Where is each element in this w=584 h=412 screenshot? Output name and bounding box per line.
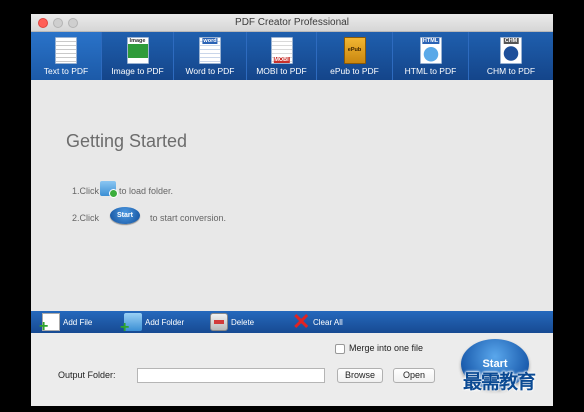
tab-chm-to-pdf[interactable]: CHM CHM to PDF	[469, 32, 553, 80]
add-file-button[interactable]: Add File	[39, 311, 93, 335]
merge-checkbox[interactable]	[335, 344, 345, 354]
tab-image-to-pdf[interactable]: Image Image to PDF	[102, 32, 174, 80]
conversion-ribbon: Text to PDF Image Image to PDF word Word…	[31, 32, 553, 80]
delete-button[interactable]: Delete	[210, 311, 254, 333]
add-folder-label: Add Folder	[145, 317, 185, 327]
title-bar: PDF Creator Professional	[31, 14, 553, 32]
epub-doc-icon: ePub	[343, 37, 366, 64]
clear-all-label: Clear All	[313, 317, 343, 327]
tab-label: Text to PDF	[43, 66, 89, 76]
add-folder-icon	[120, 313, 142, 336]
output-folder-label: Output Folder:	[58, 370, 116, 380]
tab-word-to-pdf[interactable]: word Word to PDF	[174, 32, 247, 80]
open-button[interactable]: Open	[393, 368, 435, 383]
word-doc-icon: word	[199, 37, 221, 64]
tab-html-to-pdf[interactable]: HTML HTML to PDF	[393, 32, 469, 80]
tab-label: Image to PDF	[111, 66, 164, 76]
step1-suffix-text: to load folder.	[119, 186, 174, 196]
watermark-logo: 最需教育	[463, 371, 536, 393]
file-action-bar: Add File Add Folder Delete ✕ Clear All	[31, 311, 553, 336]
page-title: Getting Started	[66, 131, 188, 151]
clear-all-button[interactable]: ✕ Clear All	[292, 311, 343, 333]
add-folder-button[interactable]: Add Folder	[120, 311, 185, 336]
step2-suffix-text: to start conversion.	[150, 213, 227, 223]
tab-label: Word to PDF	[185, 66, 235, 76]
getting-started-panel: Getting Started 1.Click to load folder. …	[31, 80, 553, 311]
image-doc-icon: Image	[126, 37, 149, 64]
app-window: PDF Creator Professional Text to PDF Ima…	[31, 14, 553, 406]
delete-icon	[210, 313, 228, 331]
tab-mobi-to-pdf[interactable]: MOBI MOBI to PDF	[247, 32, 317, 80]
add-folder-icon	[100, 181, 118, 198]
tab-label: ePub to PDF	[330, 66, 379, 76]
add-file-icon	[39, 313, 60, 335]
mobi-doc-icon: MOBI	[270, 37, 293, 64]
tab-text-to-pdf[interactable]: Text to PDF	[31, 32, 102, 80]
tab-label: MOBI to PDF	[256, 66, 307, 76]
merge-label: Merge into one file	[349, 343, 424, 353]
tab-label: CHM to PDF	[486, 66, 536, 76]
text-doc-icon	[55, 37, 77, 64]
html-doc-icon: HTML	[419, 37, 442, 64]
window-title: PDF Creator Professional	[235, 17, 349, 28]
delete-label: Delete	[231, 317, 255, 327]
step2-text: 2.Click	[72, 213, 100, 223]
browse-button[interactable]: Browse	[337, 368, 383, 383]
tab-epub-to-pdf[interactable]: ePub ePub to PDF	[317, 32, 393, 80]
add-file-label: Add File	[63, 317, 93, 327]
clear-x-icon: ✕	[292, 309, 311, 334]
step1-text: 1.Click	[72, 186, 100, 196]
start-icon: Start	[110, 207, 140, 224]
tab-label: HTML to PDF	[404, 66, 457, 76]
output-folder-input[interactable]	[137, 368, 325, 383]
chm-doc-icon: CHM	[500, 37, 522, 64]
